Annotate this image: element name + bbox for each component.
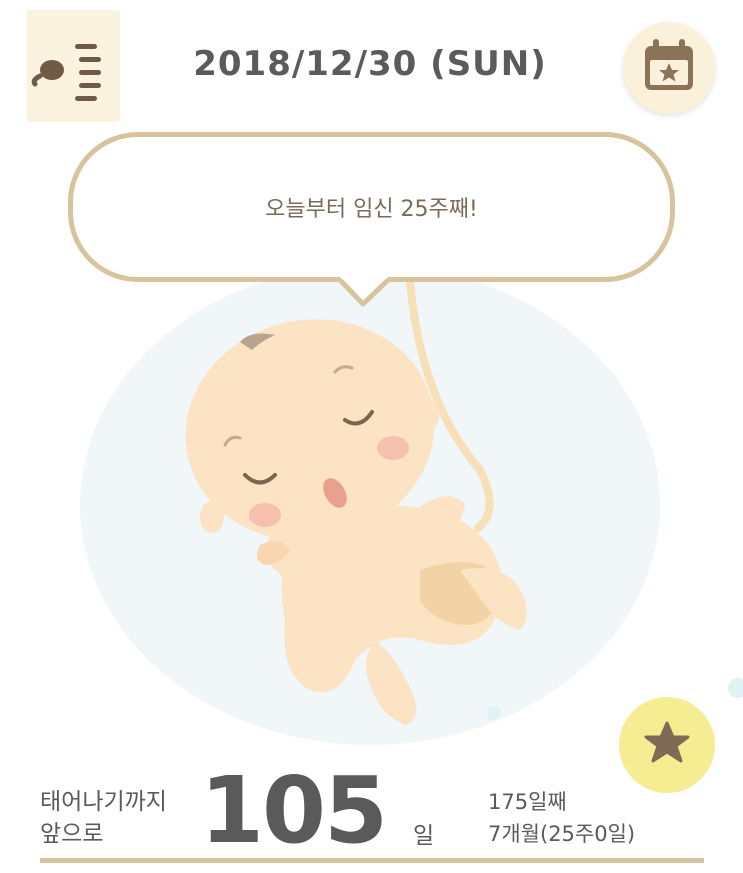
bubble-tail — [335, 276, 395, 307]
pregnancy-month-week: 7개월(25주0일) — [488, 822, 636, 846]
bottom-divider — [40, 858, 704, 863]
sperm-list-icon — [27, 44, 115, 128]
countdown-label: 태어나기까지 앞으로 — [40, 786, 167, 850]
bubble-message: 오늘부터 임신 25주째! — [265, 197, 478, 222]
pregnancy-day-count: 175일째 — [488, 790, 567, 814]
decor-dot — [728, 678, 743, 698]
countdown-unit: 일 — [413, 823, 435, 849]
countdown-label-line2: 앞으로 — [40, 821, 104, 847]
star-icon — [644, 721, 690, 763]
favorite-button[interactable] — [619, 697, 715, 793]
calendar-star-icon — [645, 39, 693, 90]
countdown-days: 105 — [200, 757, 388, 864]
fetus-illustration — [80, 265, 670, 754]
menu-button[interactable] — [27, 10, 120, 128]
decor-dot — [487, 706, 501, 720]
page-title: 2018/12/30 (SUN) — [193, 44, 547, 84]
countdown-label-line1: 태어나기까지 — [40, 789, 167, 815]
calendar-button[interactable] — [623, 22, 715, 114]
speech-bubble: 오늘부터 임신 25주째! — [68, 132, 675, 282]
